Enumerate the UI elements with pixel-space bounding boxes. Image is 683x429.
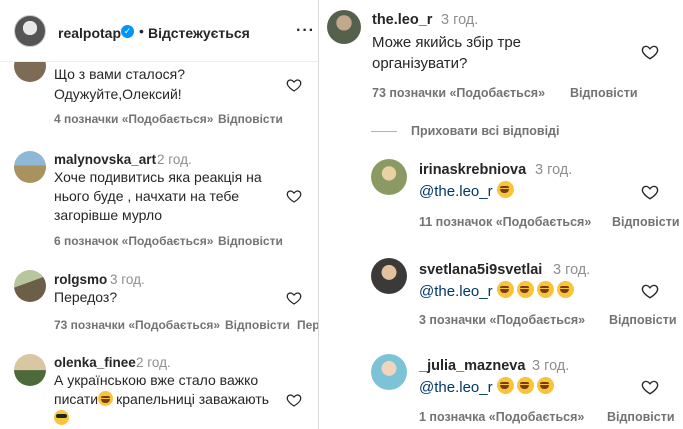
- commenter-avatar[interactable]: [327, 10, 361, 44]
- commenter-avatar[interactable]: [371, 354, 407, 390]
- like-heart-icon[interactable]: [286, 290, 302, 306]
- comment-text-line: @the.leo_r: [419, 377, 557, 397]
- comment-text-line: нього буде , начхати на тебе: [54, 188, 240, 204]
- like-heart-icon[interactable]: [641, 43, 659, 61]
- comment-text-line: організувати?: [372, 55, 468, 72]
- likes-count[interactable]: 11 позначок «Подобається»: [419, 215, 591, 229]
- commenter-avatar[interactable]: [371, 159, 407, 195]
- sunglasses-emoji-icon: [54, 410, 69, 425]
- verified-badge-icon: ✓: [121, 25, 134, 38]
- hide-replies-line: [371, 131, 397, 132]
- commenter-username[interactable]: olenka_finee: [54, 355, 136, 370]
- more-options-icon[interactable]: ···: [296, 22, 315, 40]
- commenter-username[interactable]: svetlana5i9svetlai: [419, 262, 542, 278]
- like-heart-icon[interactable]: [641, 282, 659, 300]
- comment-time: 2 год.: [157, 152, 192, 167]
- commenter-avatar[interactable]: [371, 258, 407, 294]
- hide-all-replies-button[interactable]: Приховати всі відповіді: [411, 124, 559, 138]
- like-heart-icon[interactable]: [641, 378, 659, 396]
- reply-button[interactable]: Відповісти: [609, 313, 677, 327]
- likes-count[interactable]: 73 позначки «Подобається»: [54, 318, 220, 332]
- commenter-avatar[interactable]: [14, 270, 46, 302]
- comment-text-line: Може якийсь збір тре: [372, 34, 522, 51]
- commenter-avatar[interactable]: [14, 151, 46, 183]
- laughing-emoji-icon: [536, 377, 554, 394]
- reply-button[interactable]: Відповісти: [225, 318, 290, 332]
- comment-text-line: загорівше мурло: [54, 207, 163, 223]
- comment-text-line: [54, 409, 69, 428]
- comment-text-line: @the.leo_r: [419, 281, 577, 301]
- mention-link[interactable]: @the.leo_r: [419, 183, 493, 200]
- likes-count[interactable]: 73 позначки «Подобається»: [372, 86, 545, 100]
- reply-button[interactable]: Відповісти: [607, 410, 675, 424]
- likes-count[interactable]: 6 позначок «Подобається»: [54, 234, 213, 248]
- left-comments-panel: realpotap ✓ • Відстежується ··· Що з вам…: [0, 0, 318, 429]
- reply-button[interactable]: Відповісти: [612, 215, 680, 229]
- comment-text-line: писати крапельниці заважають: [54, 390, 269, 409]
- post-header: realpotap ✓ • Відстежується ···: [0, 0, 318, 62]
- reply-button[interactable]: Відповісти: [218, 234, 283, 248]
- comment-time: 3 год.: [532, 358, 570, 374]
- comment-time: 2 год.: [136, 355, 171, 370]
- laughing-emoji-icon: [496, 281, 514, 298]
- header-username[interactable]: realpotap: [58, 25, 121, 41]
- right-comments-panel: the.leo_r 3 год. Може якийсь збір тре ор…: [319, 0, 683, 429]
- laughing-emoji-icon: [556, 281, 574, 298]
- comment-time: 3 год.: [535, 162, 573, 178]
- like-heart-icon[interactable]: [286, 188, 302, 204]
- commenter-username[interactable]: malynovska_art: [54, 152, 156, 167]
- comment-text-line: @the.leo_r: [419, 181, 517, 201]
- comment-text-line: Хоче подивитись яка реакція на: [54, 169, 262, 185]
- commenter-username[interactable]: _julia_mazneva: [419, 358, 525, 374]
- likes-count[interactable]: 3 позначки «Подобається»: [419, 313, 585, 327]
- commenter-avatar[interactable]: [14, 354, 46, 386]
- comment-time: 3 год.: [441, 12, 479, 28]
- laughing-emoji-icon: [536, 281, 554, 298]
- mention-link[interactable]: @the.leo_r: [419, 379, 493, 396]
- likes-count[interactable]: 1 позначка «Подобається»: [419, 410, 584, 424]
- comment-text-fragment: крапельниці заважають: [116, 391, 270, 407]
- commenter-username[interactable]: rolgsmo: [54, 272, 107, 287]
- comment-text-line: А українською вже стало важко: [54, 372, 259, 388]
- following-button[interactable]: Відстежується: [148, 25, 250, 41]
- commenter-username[interactable]: irinaskrebniova: [419, 162, 526, 178]
- laughing-emoji-icon: [496, 377, 514, 394]
- laughing-emoji-icon: [516, 377, 534, 394]
- comment-item: malynovska_art 2 год. Хоче подивитись як…: [0, 0, 318, 429]
- comment-time: 3 год.: [110, 272, 145, 287]
- profile-avatar[interactable]: [14, 15, 46, 47]
- like-heart-icon[interactable]: [641, 183, 659, 201]
- laughing-emoji-icon: [516, 281, 534, 298]
- reply-button[interactable]: Відповісти: [570, 86, 638, 100]
- laughing-emoji-icon: [98, 391, 114, 406]
- comment-text-fragment: писати: [54, 391, 99, 407]
- laughing-emoji-icon: [496, 181, 514, 198]
- translate-button[interactable]: Пер: [297, 318, 318, 332]
- comment-text-line: Передоз?: [54, 289, 118, 305]
- commenter-username[interactable]: the.leo_r: [372, 12, 432, 28]
- mention-link[interactable]: @the.leo_r: [419, 283, 493, 300]
- separator-dot: •: [139, 23, 144, 39]
- like-heart-icon[interactable]: [286, 392, 302, 408]
- comment-time: 3 год.: [553, 262, 591, 278]
